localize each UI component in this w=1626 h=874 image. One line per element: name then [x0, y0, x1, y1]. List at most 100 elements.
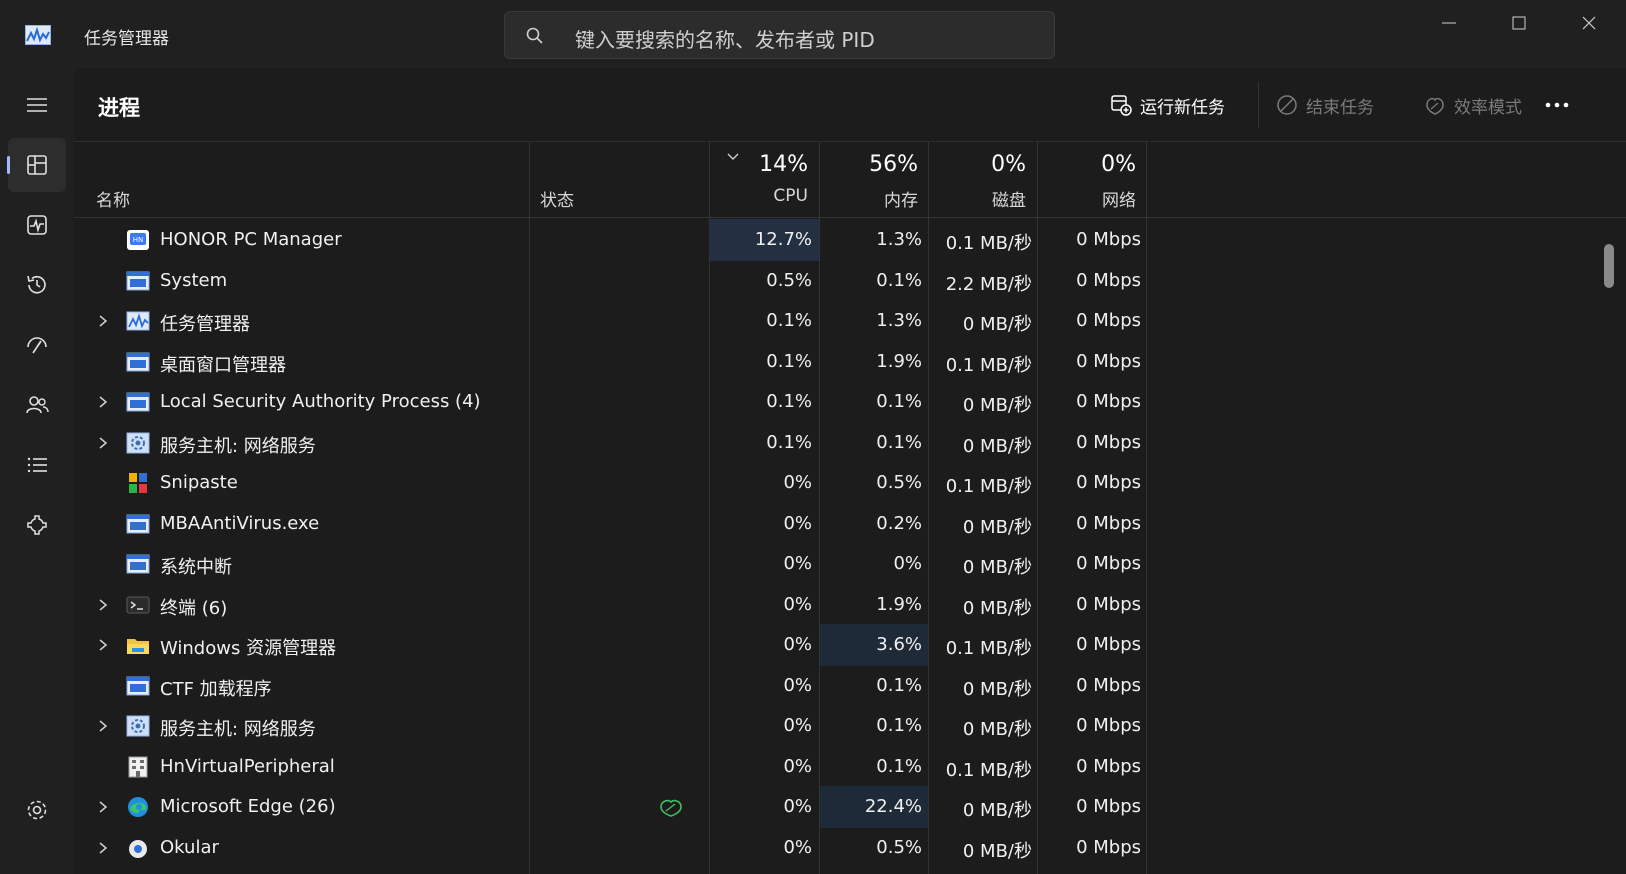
expand-chevron-icon[interactable] [96, 637, 110, 653]
header-status[interactable]: 状态 [540, 186, 574, 211]
table-row[interactable]: 任务管理器 0.1% 1.3% 0 MB/秒 0 Mbps [74, 300, 1626, 342]
cell-disk: 0 MB/秒 [962, 800, 1032, 821]
header-disk-percent[interactable]: 0% [926, 152, 1026, 177]
nav-processes[interactable] [7, 138, 66, 192]
table-row[interactable]: MBAAntiVirus.exe 0% 0.2% 0 MB/秒 0 Mbps [74, 503, 1626, 545]
header-name[interactable]: 名称 [96, 186, 130, 211]
efficiency-mode-button[interactable]: 效率模式 [1424, 88, 1522, 122]
cell-net: 0 Mbps [1076, 674, 1141, 696]
process-name: 桌面窗口管理器 [160, 354, 286, 376]
cell-disk: 0 MB/秒 [962, 314, 1032, 335]
settings-icon [27, 800, 47, 820]
window-icon [126, 271, 150, 290]
startup-icon [27, 337, 47, 354]
table-row[interactable]: 服务主机: 网络服务 0.1% 0.1% 0 MB/秒 0 Mbps [74, 422, 1626, 464]
cell-net: 0 Mbps [1076, 755, 1141, 777]
toolbar-divider [1258, 82, 1259, 128]
cell-disk: 0 MB/秒 [962, 840, 1032, 862]
svg-text:HN: HN [133, 236, 144, 244]
cell-cpu: 0% [783, 796, 812, 817]
table-row[interactable]: Windows 资源管理器 0% 3.6% 0.1 MB/秒 0 Mbps [74, 624, 1626, 666]
performance-icon [27, 215, 47, 235]
table-row[interactable]: 服务主机: 网络服务 0% 0.1% 0 MB/秒 0 Mbps [74, 705, 1626, 747]
header-memory-percent[interactable]: 56% [818, 152, 918, 177]
cell-mem: 1.9% [876, 593, 922, 615]
cell-mem: 0.1% [876, 715, 922, 736]
nav-performance[interactable] [8, 198, 66, 252]
table-header: 名称 状态 14% CPU 56% 内存 0% 磁盘 0% 网络 [74, 142, 1626, 218]
header-network[interactable]: 网络 [1036, 186, 1136, 211]
process-name: Local Security Authority Process (4) [160, 391, 481, 412]
nav-details[interactable] [8, 438, 66, 492]
title-bar: 任务管理器 键入要搜索的名称、发布者或 PID [0, 0, 1626, 68]
cell-disk: 0.1 MB/秒 [945, 476, 1032, 497]
sidebar [0, 68, 74, 874]
hamburger-icon [27, 98, 47, 112]
expand-chevron-icon[interactable] [96, 597, 110, 613]
cell-cpu: 0% [783, 755, 812, 777]
nav-settings[interactable] [8, 783, 66, 837]
window-icon [126, 352, 150, 371]
process-name: Windows 资源管理器 [160, 638, 337, 659]
header-network-percent[interactable]: 0% [1036, 152, 1136, 177]
cell-net: 0 Mbps [1076, 634, 1141, 655]
table-row[interactable]: Microsoft Edge (26) 0% 22.4% 0 MB/秒 0 Mbps [74, 786, 1626, 828]
expand-chevron-icon[interactable] [96, 799, 110, 815]
nav-services[interactable] [8, 498, 66, 552]
cell-net: 0 Mbps [1076, 512, 1141, 534]
close-button[interactable] [1554, 0, 1624, 46]
table-row[interactable]: CTF 加载程序 0% 0.1% 0 MB/秒 0 Mbps [74, 665, 1626, 707]
cell-disk: 0 MB/秒 [962, 719, 1032, 740]
expand-chevron-icon[interactable] [96, 435, 110, 451]
cell-cpu: 0% [783, 553, 812, 574]
expand-chevron-icon[interactable] [96, 840, 110, 856]
cell-mem: 0.1% [876, 674, 922, 696]
nav-app-history[interactable] [8, 258, 66, 312]
table-row[interactable]: System 0.5% 0.1% 2.2 MB/秒 0 Mbps [74, 260, 1626, 302]
table-row[interactable]: 桌面窗口管理器 0.1% 1.9% 0.1 MB/秒 0 Mbps [74, 341, 1626, 383]
search-box[interactable]: 键入要搜索的名称、发布者或 PID [504, 11, 1055, 59]
table-row[interactable]: HnVirtualPeripheral 0% 0.1% 0.1 MB/秒 0 Mbps [74, 746, 1626, 788]
cell-disk: 0.1 MB/秒 [945, 759, 1032, 781]
end-task-button[interactable]: 结束任务 [1276, 88, 1374, 122]
cell-mem: 0.5% [876, 472, 922, 493]
more-options-button[interactable] [1544, 88, 1578, 122]
cell-cpu: 0% [783, 512, 812, 534]
cell-mem: 0.2% [876, 512, 922, 534]
cell-mem: 0.1% [876, 431, 922, 453]
cell-mem: 22.4% [864, 796, 922, 817]
table-row[interactable]: Snipaste 0% 0.5% 0.1 MB/秒 0 Mbps [74, 462, 1626, 504]
table-row[interactable]: HN HONOR PC Manager 12.7% 1.3% 0.1 MB/秒 0 Mbp… [74, 219, 1626, 261]
expand-chevron-icon[interactable] [96, 394, 110, 410]
gear-service-icon [126, 715, 150, 737]
table-row[interactable]: 系统中断 0% 0% 0 MB/秒 0 Mbps [74, 543, 1626, 585]
table-row[interactable]: 终端 (6) 0% 1.9% 0 MB/秒 0 Mbps [74, 584, 1626, 626]
expand-chevron-icon[interactable] [96, 313, 110, 329]
window-icon [126, 392, 150, 412]
header-cpu-percent[interactable]: 14% [708, 152, 808, 177]
vertical-scrollbar[interactable] [1604, 244, 1614, 288]
maximize-button[interactable] [1484, 0, 1554, 46]
cell-disk: 0 MB/秒 [962, 435, 1032, 457]
table-row[interactable]: Okular 0% 0.5% 0 MB/秒 0 Mbps [74, 827, 1626, 869]
hamburger-menu-button[interactable] [8, 78, 66, 132]
nav-startup[interactable] [8, 318, 66, 372]
search-placeholder[interactable]: 键入要搜索的名称、发布者或 PID [575, 24, 875, 53]
header-cpu[interactable]: CPU [708, 186, 808, 206]
window-icon [126, 514, 150, 533]
leaf-icon [660, 799, 682, 817]
gear-service-icon [126, 432, 150, 453]
cell-mem: 1.3% [876, 229, 922, 250]
cell-cpu: 0.1% [766, 310, 812, 331]
header-memory[interactable]: 内存 [818, 186, 918, 211]
close-icon [1582, 16, 1596, 30]
run-new-task-button[interactable]: 运行新任务 [1110, 88, 1225, 122]
cell-net: 0 Mbps [1076, 431, 1141, 453]
header-disk[interactable]: 磁盘 [926, 186, 1026, 211]
minimize-button[interactable] [1414, 0, 1484, 46]
cell-cpu: 0.1% [766, 391, 812, 412]
expand-chevron-icon[interactable] [96, 718, 110, 734]
process-name: Snipaste [160, 472, 238, 493]
table-row[interactable]: Local Security Authority Process (4) 0.1%… [74, 381, 1626, 423]
nav-users[interactable] [8, 378, 66, 432]
